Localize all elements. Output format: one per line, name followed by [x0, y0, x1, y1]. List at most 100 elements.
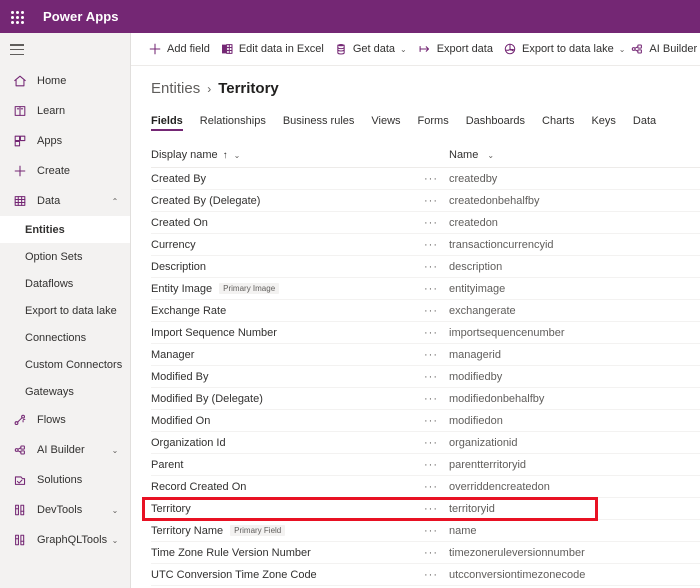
column-header-display-name[interactable]: Display name ↑ ⌄ [151, 149, 424, 161]
field-badge: Primary Field [230, 525, 285, 536]
sidebar-item-devtools[interactable]: DevTools⌄ [0, 495, 130, 525]
row-overflow-menu-icon[interactable]: ··· [424, 547, 449, 559]
command-get-data-button[interactable]: Get data [329, 35, 400, 63]
cell-logical-name: timezoneruleversionnumber [449, 547, 700, 559]
field-display-name: Created By [151, 173, 206, 185]
sidebar-subitem-custom-connectors[interactable]: Custom Connectors [0, 351, 130, 378]
tab-fields[interactable]: Fields [151, 115, 183, 131]
command-add-field-button[interactable]: Add field [143, 35, 215, 63]
row-overflow-menu-icon[interactable]: ··· [424, 415, 449, 427]
chevron-down-icon[interactable]: ⌄ [619, 35, 626, 63]
field-display-name: Modified On [151, 415, 210, 427]
table-row[interactable]: Parent···parentterritoryid [151, 454, 700, 476]
cell-logical-name: transactioncurrencyid [449, 239, 700, 251]
chevron-down-icon[interactable]: ⌄ [108, 446, 122, 455]
table-row[interactable]: Modified By···modifiedby [151, 366, 700, 388]
sidebar-item-home[interactable]: Home [0, 66, 130, 96]
row-overflow-menu-icon[interactable]: ··· [424, 283, 449, 295]
sidebar-item-apps[interactable]: Apps [0, 126, 130, 156]
chevron-down-icon[interactable]: ⌄ [400, 35, 407, 63]
row-overflow-menu-icon[interactable]: ··· [424, 195, 449, 207]
table-row[interactable]: UTC Conversion Time Zone Code···utcconve… [151, 564, 700, 586]
sidebar-subitem-entities[interactable]: Entities [0, 216, 131, 243]
table-row[interactable]: Modified On···modifiedon [151, 410, 700, 432]
tab-forms[interactable]: Forms [418, 115, 449, 131]
tab-data[interactable]: Data [633, 115, 656, 131]
tab-business-rules[interactable]: Business rules [283, 115, 355, 131]
row-overflow-menu-icon[interactable]: ··· [424, 371, 449, 383]
sidebar-item-graphqltools[interactable]: GraphQLTools⌄ [0, 525, 130, 555]
command-label: Get data [353, 43, 395, 55]
row-overflow-menu-icon[interactable]: ··· [424, 393, 449, 405]
sidebar-item-flows[interactable]: Flows [0, 405, 130, 435]
table-row[interactable]: Created On···createdon [151, 212, 700, 234]
command-export-to-data-lake-button[interactable]: Export to data lake [498, 35, 619, 63]
chevron-down-icon[interactable]: ⌄ [487, 151, 494, 160]
tab-charts[interactable]: Charts [542, 115, 574, 131]
row-overflow-menu-icon[interactable]: ··· [424, 503, 449, 515]
table-row[interactable]: Modified By (Delegate)···modifiedonbehal… [151, 388, 700, 410]
table-row[interactable]: Organization Id···organizationid [151, 432, 700, 454]
graphqltools-icon [12, 532, 28, 548]
command-ai-builder-button[interactable]: AI Builder [625, 35, 700, 63]
tab-views[interactable]: Views [371, 115, 400, 131]
chevron-down-icon[interactable]: ⌄ [108, 506, 122, 515]
row-overflow-menu-icon[interactable]: ··· [424, 569, 449, 581]
sidebar-item-data[interactable]: Data⌃ [0, 186, 130, 216]
cell-display-name: Territory NamePrimary Field [151, 525, 424, 537]
chevron-up-icon[interactable]: ⌃ [108, 197, 122, 206]
row-overflow-menu-icon[interactable]: ··· [424, 327, 449, 339]
cell-logical-name: createdon [449, 217, 700, 229]
cell-display-name: UTC Conversion Time Zone Code [151, 569, 424, 581]
table-row[interactable]: Territory NamePrimary Field···name [151, 520, 700, 542]
table-row[interactable]: Entity ImagePrimary Image···entityimage [151, 278, 700, 300]
table-row[interactable]: Created By (Delegate)···createdonbehalfb… [151, 190, 700, 212]
sidebar-subitem-dataflows[interactable]: Dataflows [0, 270, 130, 297]
row-overflow-menu-icon[interactable]: ··· [424, 437, 449, 449]
sidebar-item-learn[interactable]: Learn [0, 96, 130, 126]
table-row[interactable]: Manager···managerid [151, 344, 700, 366]
app-launcher-icon[interactable] [9, 9, 25, 25]
row-overflow-menu-icon[interactable]: ··· [424, 305, 449, 317]
hamburger-menu-icon[interactable] [10, 44, 24, 55]
table-row[interactable]: Record Created On···overriddencreatedon [151, 476, 700, 498]
sidebar-subitem-connections[interactable]: Connections [0, 324, 130, 351]
row-overflow-menu-icon[interactable]: ··· [424, 239, 449, 251]
breadcrumb-parent[interactable]: Entities [151, 80, 200, 97]
excel-icon [220, 42, 234, 56]
table-row[interactable]: Time Zone Rule Version Number···timezone… [151, 542, 700, 564]
row-overflow-menu-icon[interactable]: ··· [424, 459, 449, 471]
sidebar-subitem-export-to-data-lake[interactable]: Export to data lake [0, 297, 130, 324]
command-export-data-button[interactable]: Export data [413, 35, 498, 63]
row-overflow-menu-icon[interactable]: ··· [424, 525, 449, 537]
devtools-icon [12, 502, 28, 518]
tab-label: Keys [591, 115, 615, 127]
table-row[interactable]: Currency···transactioncurrencyid [151, 234, 700, 256]
table-row[interactable]: Territory···territoryid [151, 498, 700, 520]
row-overflow-menu-icon[interactable]: ··· [424, 261, 449, 273]
sidebar-subitem-option-sets[interactable]: Option Sets [0, 243, 130, 270]
command-edit-data-in-excel-button[interactable]: Edit data in Excel [215, 35, 329, 63]
sidebar-item-label: AI Builder [37, 444, 108, 456]
cell-display-name: Manager [151, 349, 424, 361]
tab-relationships[interactable]: Relationships [200, 115, 266, 131]
cell-logical-name: exchangerate [449, 305, 700, 317]
row-overflow-menu-icon[interactable]: ··· [424, 481, 449, 493]
tab-keys[interactable]: Keys [591, 115, 615, 131]
table-row[interactable]: Created By···createdby [151, 168, 700, 190]
row-overflow-menu-icon[interactable]: ··· [424, 217, 449, 229]
tab-dashboards[interactable]: Dashboards [466, 115, 525, 131]
sidebar-item-solutions[interactable]: Solutions [0, 465, 130, 495]
sidebar-subitem-gateways[interactable]: Gateways [0, 378, 130, 405]
column-header-name[interactable]: Name ⌄ [449, 149, 700, 161]
chevron-down-icon[interactable]: ⌄ [234, 151, 241, 160]
sidebar-item-create[interactable]: Create [0, 156, 130, 186]
chevron-down-icon[interactable]: ⌄ [108, 536, 122, 545]
sidebar-item-ai-builder[interactable]: AI Builder⌄ [0, 435, 130, 465]
table-row[interactable]: Exchange Rate···exchangerate [151, 300, 700, 322]
row-overflow-menu-icon[interactable]: ··· [424, 349, 449, 361]
table-row[interactable]: Import Sequence Number···importsequencen… [151, 322, 700, 344]
row-overflow-menu-icon[interactable]: ··· [424, 173, 449, 185]
cell-logical-name: description [449, 261, 700, 273]
table-row[interactable]: Description···description [151, 256, 700, 278]
